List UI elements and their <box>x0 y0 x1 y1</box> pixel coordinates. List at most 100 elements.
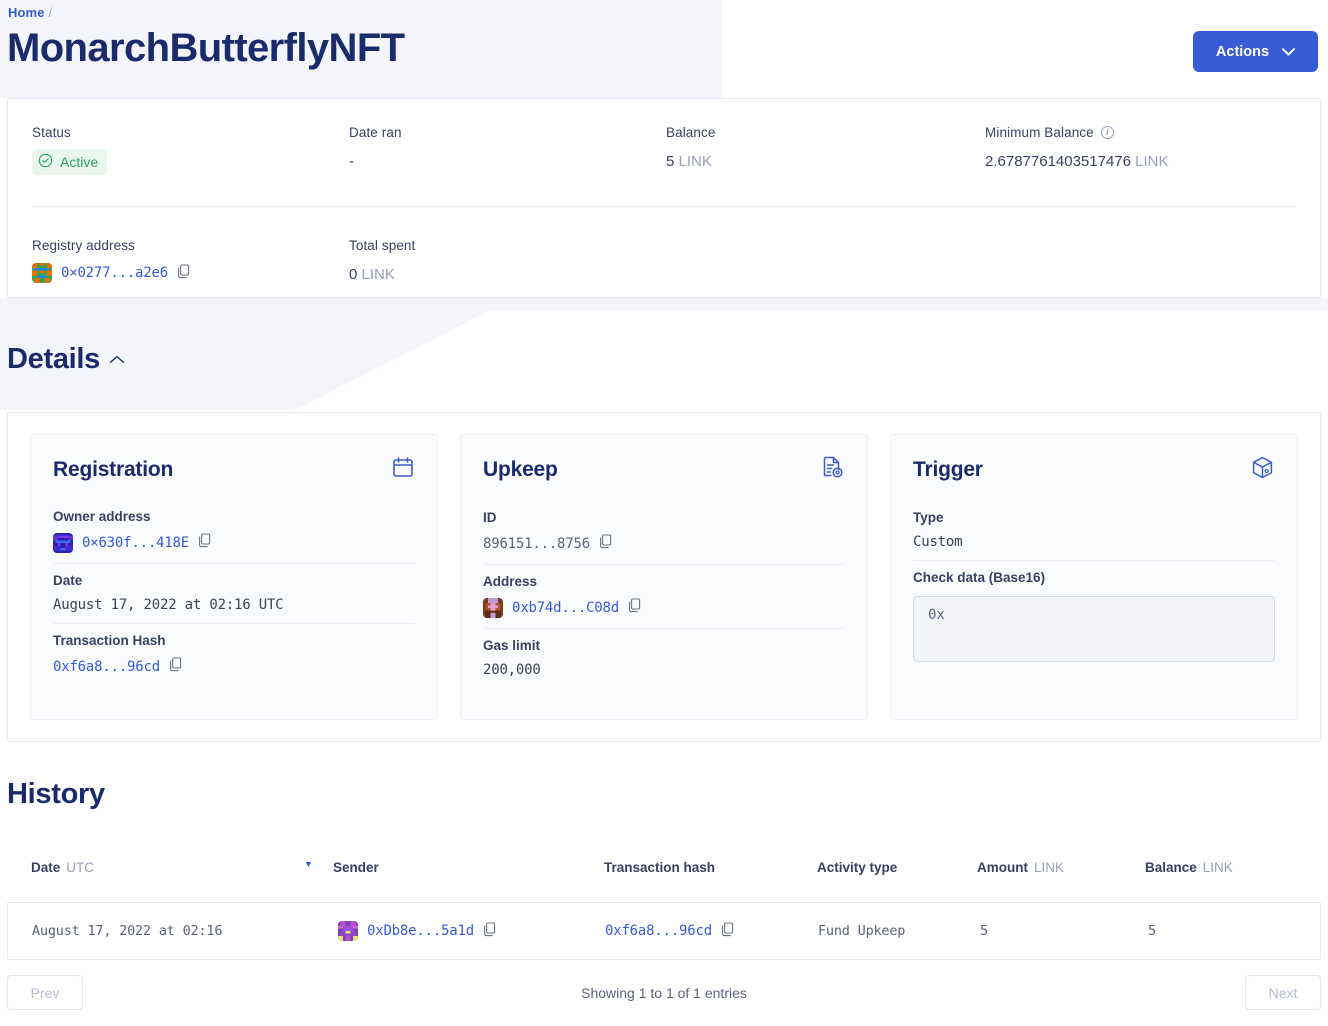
upkeep-detail-page: Home / MonarchButterflyNFT Actions Status <box>0 0 1328 1026</box>
details-header[interactable]: Details <box>7 343 125 376</box>
registration-owner-link[interactable]: 0×630f...418E <box>82 535 189 551</box>
details-section: Details Registration Owner address 0×630… <box>0 298 1328 742</box>
info-icon[interactable]: i <box>1100 126 1114 139</box>
calendar-icon <box>391 455 415 484</box>
registration-owner-row: 0×630f...418E <box>53 533 415 553</box>
details-cards-container: Registration Owner address 0×630f...418E… <box>7 412 1321 742</box>
summary-total-spent-number: 0 <box>349 266 358 283</box>
column-header-amount[interactable]: Amount LINK <box>977 860 1064 875</box>
registration-tx-link[interactable]: 0xf6a8...96cd <box>53 659 160 675</box>
column-header-amount-sub: LINK <box>1034 860 1065 875</box>
pagination-info: Showing 1 to 1 of 1 entries <box>581 985 747 1001</box>
cell-sender-link[interactable]: 0xDb8e...5a1d <box>367 923 474 939</box>
trigger-type-value: Custom <box>913 534 963 550</box>
summary-card: Status Active Date ran - Balance 5 LINK … <box>7 98 1321 298</box>
registration-tx-row: 0xf6a8...96cd <box>53 657 415 677</box>
page-title: MonarchButterflyNFT <box>7 26 405 70</box>
summary-balance-label: Balance <box>666 125 716 140</box>
registration-owner-field: Owner address 0×630f...418E <box>53 500 415 564</box>
column-header-sender-label: Sender <box>333 860 379 875</box>
cell-date: August 17, 2022 at 02:16 <box>32 923 223 939</box>
next-page-button[interactable]: Next <box>1245 975 1321 1010</box>
cell-activity-type: Fund Upkeep <box>818 923 906 939</box>
column-header-activity-type[interactable]: Activity type <box>817 860 897 875</box>
summary-balance-unit: LINK <box>678 153 712 170</box>
status-badge: Active <box>32 149 108 175</box>
registration-tx-field: Transaction Hash 0xf6a8...96cd <box>53 624 415 687</box>
trigger-checkdata-label: Check data (Base16) <box>913 570 1046 585</box>
column-header-tx-hash-label: Transaction hash <box>604 860 716 875</box>
cell-tx-hash: 0xf6a8...96cd <box>605 922 735 940</box>
upkeep-gas-value: 200,000 <box>483 662 541 678</box>
summary-minimum-balance-number: 2.6787761403517476 <box>985 153 1131 170</box>
upkeep-address-field: Address 0xb74d...C08d <box>483 565 845 629</box>
identicon-sender <box>338 921 358 941</box>
summary-registry-address-label: Registry address <box>32 238 135 253</box>
history-table-header: Date UTC ▼ Sender Transaction hash Activ… <box>7 860 1321 900</box>
trigger-checkdata-field: Check data (Base16) <box>913 561 1275 677</box>
check-circle-icon <box>38 153 53 171</box>
summary-total-spent: Total spent 0 LINK <box>349 238 415 283</box>
cell-tx-hash-link[interactable]: 0xf6a8...96cd <box>605 923 712 939</box>
status-badge-label: Active <box>60 154 99 170</box>
copy-icon[interactable] <box>483 922 497 940</box>
table-row[interactable]: August 17, 2022 at 02:16 0xDb8e...5a1d 0… <box>7 902 1321 960</box>
cell-balance: 5 <box>1148 923 1156 939</box>
copy-icon[interactable] <box>628 598 642 618</box>
upkeep-card-title: Upkeep <box>483 458 558 481</box>
pagination: Prev Showing 1 to 1 of 1 entries Next <box>0 965 1328 1026</box>
column-header-activity-type-label: Activity type <box>817 860 898 875</box>
copy-icon[interactable] <box>721 922 735 940</box>
identicon-owner <box>53 533 73 553</box>
column-header-date[interactable]: Date UTC <box>31 860 94 875</box>
cube-icon <box>1250 455 1275 485</box>
summary-balance-number: 5 <box>666 153 675 170</box>
column-header-tx-hash[interactable]: Transaction hash <box>604 860 715 875</box>
upkeep-id-field: ID 896151...8756 <box>483 501 845 565</box>
registry-address-link[interactable]: 0×0277...a2e6 <box>61 265 168 281</box>
breadcrumb-home-link[interactable]: Home <box>8 5 45 20</box>
summary-minimum-balance: Minimum Balance i 2.6787761403517476 LIN… <box>985 125 1169 170</box>
summary-registry-address: Registry address 0×0277...a2e6 <box>32 238 191 283</box>
upkeep-id-row: 896151...8756 <box>483 534 845 554</box>
cell-amount: 5 <box>980 923 988 939</box>
column-header-sender[interactable]: Sender <box>333 860 379 875</box>
registration-card-title: Registration <box>53 457 174 481</box>
chevron-down-icon <box>1282 44 1296 60</box>
copy-icon[interactable] <box>177 263 191 283</box>
summary-total-spent-label: Total spent <box>349 238 416 253</box>
check-data-textarea[interactable] <box>913 596 1275 662</box>
copy-icon[interactable] <box>599 534 613 554</box>
document-settings-icon <box>820 455 845 485</box>
identicon-upkeep-address <box>483 598 503 618</box>
summary-date-ran: Date ran - <box>349 125 402 170</box>
sort-indicator[interactable]: ▼ <box>304 860 313 869</box>
history-title: History <box>7 778 105 810</box>
summary-minimum-balance-text: Minimum Balance <box>985 125 1094 140</box>
page-header: Home / MonarchButterflyNFT Actions <box>0 0 1328 98</box>
breadcrumb-separator: / <box>48 5 53 20</box>
upkeep-gas-label: Gas limit <box>483 638 541 653</box>
copy-icon[interactable] <box>169 657 183 677</box>
upkeep-id-label: ID <box>483 510 497 525</box>
trigger-card: Trigger Type Custom Check data (Base16) … <box>890 434 1298 720</box>
copy-icon[interactable] <box>198 533 212 553</box>
summary-balance-value: 5 LINK <box>666 153 716 170</box>
sort-caret-down-icon: ▼ <box>304 859 313 869</box>
actions-button[interactable]: Actions <box>1193 31 1318 72</box>
registration-owner-label: Owner address <box>53 509 151 524</box>
upkeep-address-link[interactable]: 0xb74d...C08d <box>512 600 619 616</box>
column-header-balance[interactable]: Balance LINK <box>1145 860 1233 875</box>
trigger-type-label: Type <box>913 510 944 525</box>
trigger-card-title: Trigger <box>913 458 983 481</box>
upkeep-card: Upkeep ID 896151...8756 Address 0xb74d..… <box>460 434 868 720</box>
summary-balance: Balance 5 LINK <box>666 125 716 170</box>
registration-card-header: Registration <box>53 455 415 484</box>
registration-card: Registration Owner address 0×630f...418E… <box>30 434 438 720</box>
identicon-registry <box>32 263 52 283</box>
upkeep-gas-field: Gas limit 200,000 <box>483 629 845 688</box>
registry-address-row: 0×0277...a2e6 <box>32 263 191 283</box>
decorative-diagonal-background <box>0 298 1328 410</box>
chevron-up-icon[interactable] <box>109 351 125 369</box>
summary-divider <box>32 206 1296 207</box>
